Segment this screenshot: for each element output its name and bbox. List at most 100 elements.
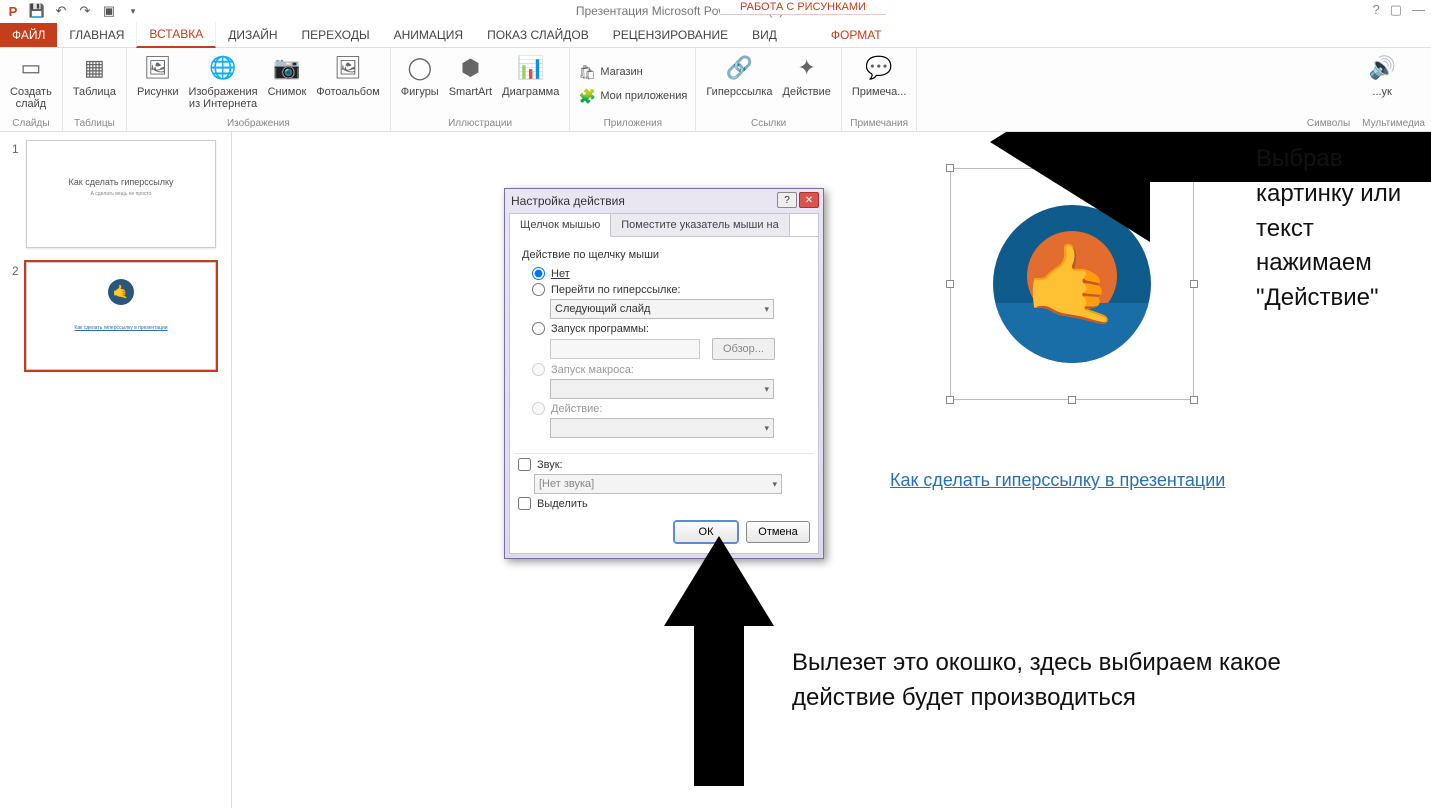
- dialog-help-icon[interactable]: ?: [777, 192, 797, 208]
- thumbnail-1[interactable]: 1 Как сделать гиперссылку А сделать вещь…: [12, 140, 219, 248]
- chart-button[interactable]: 📊Диаграмма: [498, 50, 563, 100]
- chart-icon: 📊: [515, 52, 547, 84]
- screenshot-button[interactable]: 📷Снимок: [264, 50, 311, 100]
- dropdown-arrow-icon: ▾: [764, 304, 769, 315]
- ribbon: ▭ Создать слайд Слайды ▦Таблица Таблицы …: [0, 48, 1431, 132]
- slide-hyperlink-text[interactable]: Как сделать гиперссылку в презентации: [890, 470, 1225, 491]
- window-controls: ? ▢ —: [1372, 2, 1425, 18]
- save-icon[interactable]: 💾: [28, 2, 46, 20]
- my-apps-button[interactable]: 🧩Мои приложения: [576, 86, 689, 106]
- contextual-tab-group-title: РАБОТА С РИСУНКАМИ: [720, 0, 886, 15]
- browse-button[interactable]: Обзор...: [712, 338, 775, 360]
- smartart-button[interactable]: ⬢SmartArt: [445, 50, 496, 100]
- resize-handle[interactable]: [946, 164, 954, 172]
- sound-dropdown[interactable]: [Нет звука]▾: [534, 474, 782, 494]
- slide-thumbnails-panel: 1 Как сделать гиперссылку А сделать вещь…: [0, 132, 232, 808]
- store-button[interactable]: 🛍Магазин: [576, 62, 644, 82]
- qat-dropdown-icon[interactable]: ▾: [124, 2, 142, 20]
- radio-object-action: [532, 402, 545, 415]
- tab-view[interactable]: ВИД: [740, 23, 789, 47]
- radio-run-macro: [532, 363, 545, 376]
- redo-icon[interactable]: ↷: [76, 2, 94, 20]
- resize-handle[interactable]: [1190, 280, 1198, 288]
- ribbon-group-media: 🔊...ук Мультимедиа: [1356, 48, 1431, 131]
- tab-home[interactable]: ГЛАВНАЯ: [57, 23, 136, 47]
- thumbnail-2[interactable]: 2 Как сделать гиперссылку в презентации: [12, 262, 219, 370]
- new-slide-icon: ▭: [15, 52, 47, 84]
- ribbon-group-symbols: Символы: [1301, 48, 1356, 131]
- tab-format[interactable]: ФОРМАТ: [819, 23, 894, 47]
- resize-handle[interactable]: [946, 280, 954, 288]
- thumbnail-preview[interactable]: Как сделать гиперссылку А сделать вещь н…: [26, 140, 216, 248]
- album-icon: 🖼: [332, 52, 364, 84]
- comment-icon: 💬: [863, 52, 895, 84]
- tab-file[interactable]: ФАЙЛ: [0, 23, 57, 47]
- tab-animation[interactable]: АНИМАЦИЯ: [382, 23, 475, 47]
- tab-insert[interactable]: ВСТАВКА: [136, 21, 216, 48]
- radio-hyperlink[interactable]: [532, 283, 545, 296]
- checkbox-highlight[interactable]: [518, 497, 531, 510]
- ribbon-group-tables: ▦Таблица Таблицы: [63, 48, 127, 131]
- resize-handle[interactable]: [946, 396, 954, 404]
- online-pictures-button[interactable]: 🌐Изображения из Интернета: [184, 50, 261, 112]
- ribbon-group-images: 🖼Рисунки 🌐Изображения из Интернета 📷Сним…: [127, 48, 391, 131]
- start-from-beginning-icon[interactable]: ▣: [100, 2, 118, 20]
- new-slide-button[interactable]: ▭ Создать слайд: [6, 50, 56, 112]
- audio-icon: 🔊: [1366, 52, 1398, 84]
- dialog-tab-click[interactable]: Щелчок мышью: [510, 214, 611, 237]
- pictures-button[interactable]: 🖼Рисунки: [133, 50, 183, 100]
- app-icon: P: [4, 2, 22, 20]
- table-icon: ▦: [78, 52, 110, 84]
- ribbon-group-links: 🔗Гиперссылка ✦Действие Ссылки: [696, 48, 842, 131]
- resize-handle[interactable]: [1190, 396, 1198, 404]
- action-button[interactable]: ✦Действие: [779, 50, 835, 100]
- ribbon-group-illustrations: ◯Фигуры ⬢SmartArt 📊Диаграмма Иллюстрации: [391, 48, 571, 131]
- annotation-text-2: Вылезет это окошко, здесь выбираем какое…: [792, 646, 1282, 716]
- dialog-tab-hover[interactable]: Поместите указатель мыши на: [611, 214, 790, 236]
- contextual-tab-group: РАБОТА С РИСУНКАМИ: [720, 0, 886, 15]
- tab-design[interactable]: ДИЗАЙН: [216, 23, 289, 47]
- tab-review[interactable]: РЕЦЕНЗИРОВАНИЕ: [601, 23, 740, 47]
- online-pictures-icon: 🌐: [207, 52, 239, 84]
- dialog-titlebar[interactable]: Настройка действия ? ✕: [505, 189, 823, 213]
- radio-none[interactable]: [532, 267, 545, 280]
- shaka-hand-icon: 🤙: [1023, 245, 1120, 323]
- help-icon[interactable]: ?: [1372, 2, 1379, 18]
- store-icon: 🛍: [578, 63, 596, 81]
- resize-handle[interactable]: [1068, 396, 1076, 404]
- tab-transitions[interactable]: ПЕРЕХОДЫ: [290, 23, 382, 47]
- myapps-icon: 🧩: [578, 87, 596, 105]
- annotation-arrow-up-icon: [664, 536, 774, 786]
- dialog-close-icon[interactable]: ✕: [799, 192, 819, 208]
- program-path-input[interactable]: [550, 339, 700, 359]
- screenshot-icon: 📷: [271, 52, 303, 84]
- action-settings-dialog: Настройка действия ? ✕ Щелчок мышью Поме…: [504, 188, 824, 559]
- checkbox-sound[interactable]: [518, 458, 531, 471]
- ribbon-group-apps: 🛍Магазин 🧩Мои приложения Приложения: [570, 48, 696, 131]
- comment-button[interactable]: 💬Примеча...: [848, 50, 911, 100]
- annotation-text-1: Выбрав картинку или текст нажимаем "Дейс…: [1256, 142, 1431, 316]
- table-button[interactable]: ▦Таблица: [69, 50, 120, 100]
- audio-button[interactable]: 🔊...ук: [1362, 50, 1402, 100]
- radio-run-program[interactable]: [532, 322, 545, 335]
- dialog-title: Настройка действия: [511, 194, 625, 208]
- thumbnail-logo-icon: [108, 279, 134, 305]
- undo-icon[interactable]: ↶: [52, 2, 70, 20]
- ribbon-options-icon[interactable]: ▢: [1390, 2, 1402, 18]
- minimize-icon[interactable]: —: [1412, 2, 1425, 18]
- thumbnail-preview[interactable]: Как сделать гиперссылку в презентации: [26, 262, 216, 370]
- shapes-button[interactable]: ◯Фигуры: [397, 50, 443, 100]
- hyperlink-icon: 🔗: [723, 52, 755, 84]
- slide-canvas[interactable]: 🤙 Как сделать гиперссылку в презентации …: [232, 132, 1431, 808]
- action-icon: ✦: [791, 52, 823, 84]
- thumbnail-number: 1: [12, 140, 26, 248]
- title-bar: P 💾 ↶ ↷ ▣ ▾ Презентация Microsoft PowerP…: [0, 0, 1431, 22]
- tab-slideshow[interactable]: ПОКАЗ СЛАЙДОВ: [475, 23, 601, 47]
- ribbon-tabs: ФАЙЛ ГЛАВНАЯ ВСТАВКА ДИЗАЙН ПЕРЕХОДЫ АНИ…: [0, 22, 1431, 48]
- hyperlink-button[interactable]: 🔗Гиперссылка: [702, 50, 776, 100]
- workspace: 1 Как сделать гиперссылку А сделать вещь…: [0, 132, 1431, 808]
- photo-album-button[interactable]: 🖼Фотоальбом: [312, 50, 384, 100]
- quick-access-toolbar: P 💾 ↶ ↷ ▣ ▾: [0, 2, 142, 20]
- hyperlink-dropdown[interactable]: Следующий слайд▾: [550, 299, 774, 319]
- macro-dropdown: ▾: [550, 379, 774, 399]
